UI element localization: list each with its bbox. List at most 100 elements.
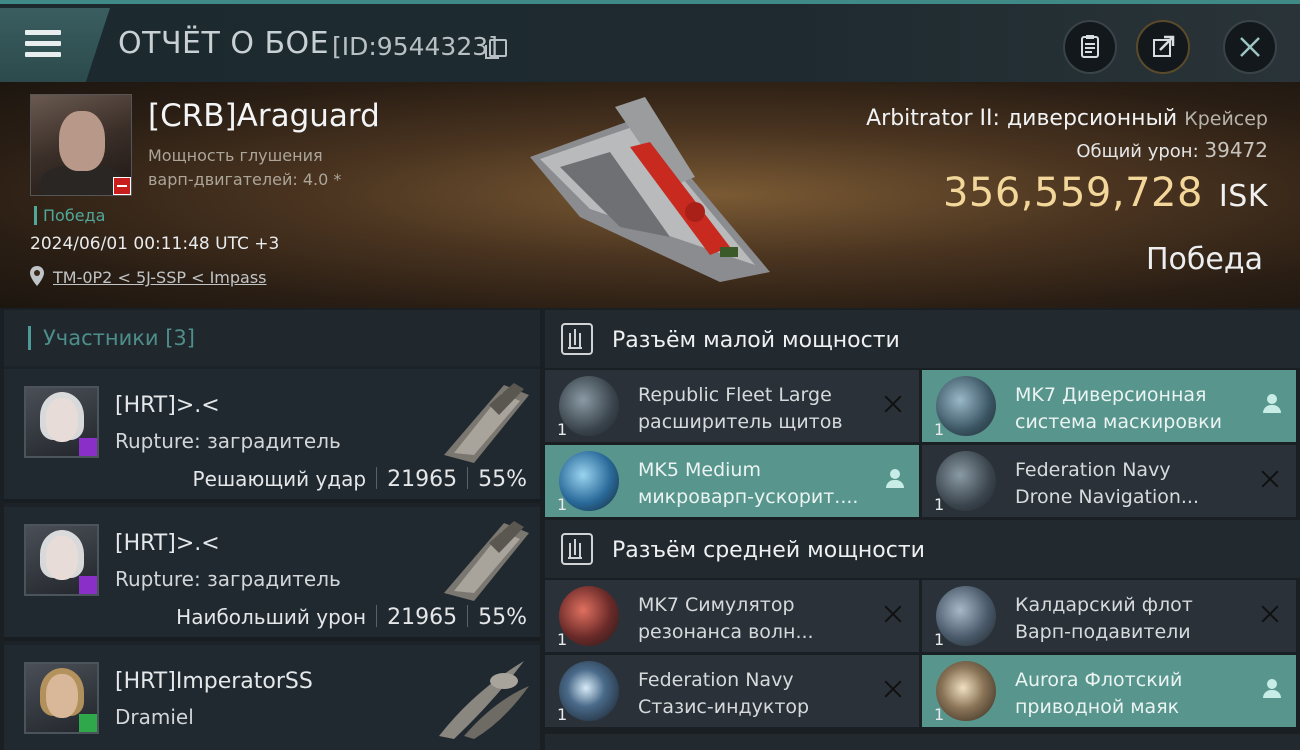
module-name-line2: микроварп-ускорит.... xyxy=(638,486,859,508)
module-slot[interactable]: 1 Aurora Флотский приводной маяк xyxy=(922,655,1296,727)
module-name-line2: Стазис-индуктор xyxy=(638,696,810,718)
participant-damage: 21965 xyxy=(387,467,458,492)
low-slot-header: Разъём малой мощности xyxy=(545,310,1300,368)
location-pin-icon xyxy=(30,266,44,286)
module-name-line1: MK7 Симулятор xyxy=(638,594,795,616)
avatar[interactable] xyxy=(24,386,99,458)
share-icon xyxy=(1153,35,1175,57)
fitting-panel: Разъём малой мощности 1 Republic Fleet L… xyxy=(545,310,1300,750)
module-name: Federation Navy Стазис-индуктор xyxy=(638,667,809,721)
participant-stats: Наибольший урон 21965 55% xyxy=(176,605,527,630)
low-slot-title: Разъём малой мощности xyxy=(612,328,900,353)
module-name: MK7 Симулятор резонанса волн... xyxy=(638,592,814,646)
security-status-icon xyxy=(79,438,97,456)
participant-role: Решающий удар xyxy=(192,467,367,491)
warp-disruptor-icon xyxy=(936,586,996,646)
dropped-person-icon xyxy=(1262,394,1282,414)
participants-title: Участники [3] xyxy=(28,326,195,350)
participant-ship-image xyxy=(444,521,529,601)
participant-name: [HRT]>.< xyxy=(115,531,220,556)
copy-icon[interactable] xyxy=(485,39,507,59)
participant-ship: Rupture: заградитель xyxy=(115,429,341,453)
security-status-icon xyxy=(79,714,97,732)
destroyed-x-icon xyxy=(1260,469,1280,489)
participant-name: [HRT]ImperatorSS xyxy=(115,669,313,694)
module-slot[interactable]: 1 MK7 Диверсионная система маскировки xyxy=(922,370,1296,442)
isk-value: 356,559,728 ISK xyxy=(943,170,1268,216)
module-name-line2: расширитель щитов xyxy=(638,411,843,433)
participant-damage: 21965 xyxy=(387,605,458,630)
participant-ship: Rupture: заградитель xyxy=(115,567,341,591)
victim-avatar[interactable] xyxy=(30,94,132,196)
participant-ship: Dramiel xyxy=(115,705,194,729)
module-name-line2: система маскировки xyxy=(1015,411,1222,433)
next-section-header xyxy=(545,734,1300,750)
module-slot[interactable]: 1 Калдарский флот Варп-подавители xyxy=(922,580,1296,652)
module-slot[interactable]: 1 Federation Navy Стазис-индуктор xyxy=(545,655,919,727)
destroyed-x-icon xyxy=(1260,604,1280,624)
participants-panel: Участники [3] [HRT]>.< Rupture: заградит… xyxy=(4,310,540,750)
module-name-line2: Варп-подавители xyxy=(1015,621,1191,643)
module-name-line1: Aurora Флотский xyxy=(1015,669,1183,691)
participant-ship-image xyxy=(444,383,529,463)
warp-scramble-label-2: варп-двигателей: 4.0 * xyxy=(148,170,342,189)
fist-beacon-icon xyxy=(936,661,996,721)
participant-row[interactable]: [HRT]>.< Rupture: заградитель Решающий у… xyxy=(4,369,540,503)
participant-role: Наибольший урон xyxy=(176,605,367,629)
kill-location-link[interactable]: TM-0P2 < 5J-SSP < Impass xyxy=(53,268,267,287)
module-name: Republic Fleet Large расширитель щитов xyxy=(638,382,843,436)
participant-percent: 55% xyxy=(478,605,527,630)
total-damage: Общий урон: 39472 xyxy=(1076,138,1268,162)
standing-minus-icon xyxy=(113,177,131,195)
destroyed-x-icon xyxy=(883,394,903,414)
dropped-person-icon xyxy=(885,469,905,489)
module-quantity: 1 xyxy=(557,630,568,649)
module-quantity: 1 xyxy=(557,705,568,724)
share-button[interactable] xyxy=(1136,20,1190,74)
module-name-line1: Republic Fleet Large xyxy=(638,384,832,406)
mid-slot-header: Разъём средней мощности xyxy=(545,520,1300,578)
module-name-line2: приводной маяк xyxy=(1015,696,1180,718)
cloaking-device-icon xyxy=(936,376,996,436)
victim-ship-name: Arbitrator II: диверсионный xyxy=(866,106,1178,131)
victim-ship[interactable]: Arbitrator II: диверсионный Крейсер xyxy=(866,106,1268,131)
module-slot[interactable]: 1 Federation Navy Drone Navigation... xyxy=(922,445,1296,517)
participant-percent: 55% xyxy=(478,467,527,492)
module-quantity: 1 xyxy=(557,495,568,514)
warp-scramble-strength: Мощность глушения варп-двигателей: 4.0 * xyxy=(148,144,341,192)
close-button[interactable] xyxy=(1223,20,1277,74)
module-name-line2: Drone Navigation... xyxy=(1015,486,1200,508)
avatar[interactable] xyxy=(24,524,99,596)
status-badge: Победа xyxy=(34,206,105,225)
warp-scramble-label-1: Мощность глушения xyxy=(148,146,323,165)
module-name-line1: Federation Navy xyxy=(1015,459,1171,481)
module-quantity: 1 xyxy=(934,495,945,514)
participants-header: Участники [3] xyxy=(4,310,540,366)
module-slot[interactable]: 1 MK7 Симулятор резонанса волн... xyxy=(545,580,919,652)
top-bar: ОТЧЁТ О БОЕ [ID:9544323] xyxy=(0,0,1300,82)
victim-name[interactable]: [CRB]Araguard xyxy=(148,98,380,134)
module-quantity: 1 xyxy=(934,420,945,439)
mid-slot-title: Разъём средней мощности xyxy=(612,538,925,563)
module-quantity: 1 xyxy=(557,420,568,439)
participant-row[interactable]: [HRT]ImperatorSS Dramiel xyxy=(4,645,540,750)
kill-datetime: 2024/06/01 00:11:48 UTC +3 xyxy=(30,234,280,254)
module-slot[interactable]: 1 MK5 Medium микроварп-ускорит.... xyxy=(545,445,919,517)
module-quantity: 1 xyxy=(934,630,945,649)
avatar[interactable] xyxy=(24,662,99,734)
victim-ship-class: Крейсер xyxy=(1184,108,1268,130)
clipboard-button[interactable] xyxy=(1063,20,1117,74)
participant-row[interactable]: [HRT]>.< Rupture: заградитель Наибольший… xyxy=(4,507,540,641)
isk-amount: 356,559,728 xyxy=(942,170,1203,216)
participant-stats: Решающий удар 21965 55% xyxy=(193,467,527,492)
victim-ship-image[interactable] xyxy=(520,97,780,287)
shield-extender-icon xyxy=(559,376,619,436)
mid-slot-icon xyxy=(561,533,593,565)
isk-unit: ISK xyxy=(1218,179,1268,214)
module-name-line1: Калдарский флот xyxy=(1015,594,1193,616)
low-slot-icon xyxy=(561,323,593,355)
total-damage-label: Общий урон: xyxy=(1076,141,1199,162)
microwarpdrive-icon xyxy=(559,451,619,511)
module-slot[interactable]: 1 Republic Fleet Large расширитель щитов xyxy=(545,370,919,442)
menu-button[interactable] xyxy=(0,8,110,82)
